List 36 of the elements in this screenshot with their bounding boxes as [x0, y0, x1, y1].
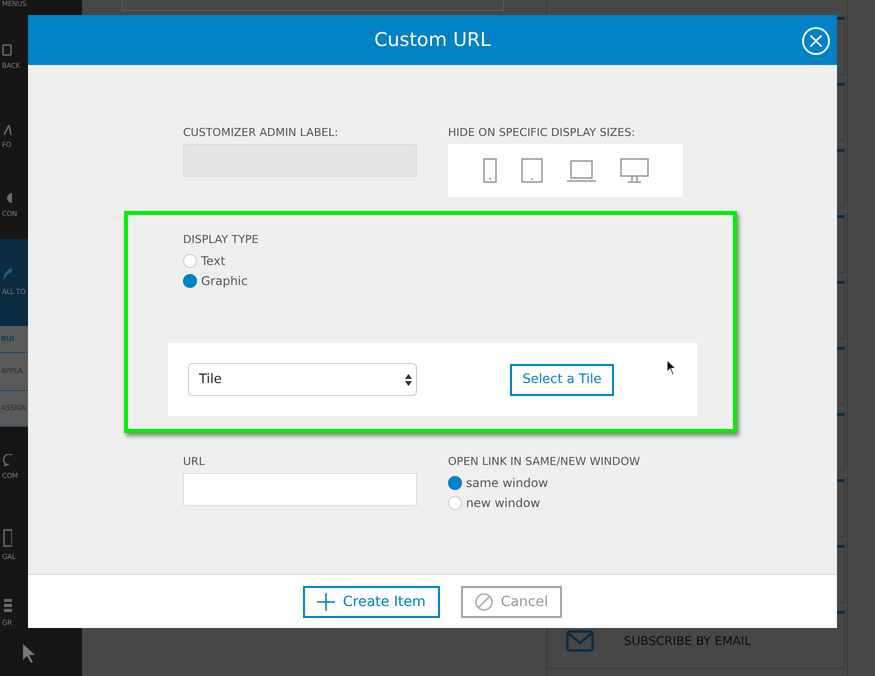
- radio-option[interactable]: same window: [448, 473, 683, 493]
- image-icon: [2, 44, 12, 56]
- brush-icon: [2, 268, 12, 282]
- grid-icon: [2, 598, 12, 612]
- radio-icon[interactable]: [183, 254, 197, 268]
- radio-option[interactable]: Text: [183, 251, 733, 271]
- radio-icon[interactable]: [448, 496, 462, 510]
- mouse-cursor-icon: [666, 359, 677, 376]
- radio-icon[interactable]: [183, 274, 197, 288]
- radio-option[interactable]: new window: [448, 493, 683, 513]
- sort-arrows-icon: [405, 374, 412, 386]
- film-icon: [2, 528, 12, 546]
- plus-icon: [316, 592, 335, 610]
- tablet-icon[interactable]: [520, 158, 542, 183]
- close-button[interactable]: [801, 26, 831, 56]
- field-label: DISPLAY TYPE: [183, 233, 260, 246]
- font-icon: [2, 124, 12, 134]
- field-label: OPEN LINK IN SAME/NEW WINDOW: [448, 455, 642, 468]
- url-field[interactable]: [183, 473, 417, 506]
- mail-icon: [566, 630, 594, 652]
- cancel-button[interactable]: Cancel: [460, 586, 562, 618]
- ban-icon: [474, 592, 493, 610]
- laptop-icon[interactable]: [566, 160, 596, 182]
- card-label: SUBSCRIBE BY EMAIL: [624, 634, 752, 648]
- field-label: URL: [183, 455, 206, 468]
- speech-bubble-icon: [2, 454, 12, 466]
- desktop-icon[interactable]: [620, 158, 648, 183]
- radio-icon[interactable]: [448, 476, 462, 490]
- field-label: HIDE ON SPECIFIC DISPLAY SIZES:: [448, 126, 636, 139]
- dialog-title: Custom URL: [374, 29, 491, 51]
- create-button[interactable]: Create Item: [302, 586, 440, 618]
- field-label: CUSTOMIZER ADMIN LABEL:: [183, 126, 340, 139]
- phone-icon[interactable]: [482, 158, 496, 183]
- radio-option[interactable]: Graphic: [183, 271, 733, 291]
- tile-select[interactable]: Tile: [188, 363, 417, 396]
- select-tile-button[interactable]: Select a Tile: [510, 364, 614, 396]
